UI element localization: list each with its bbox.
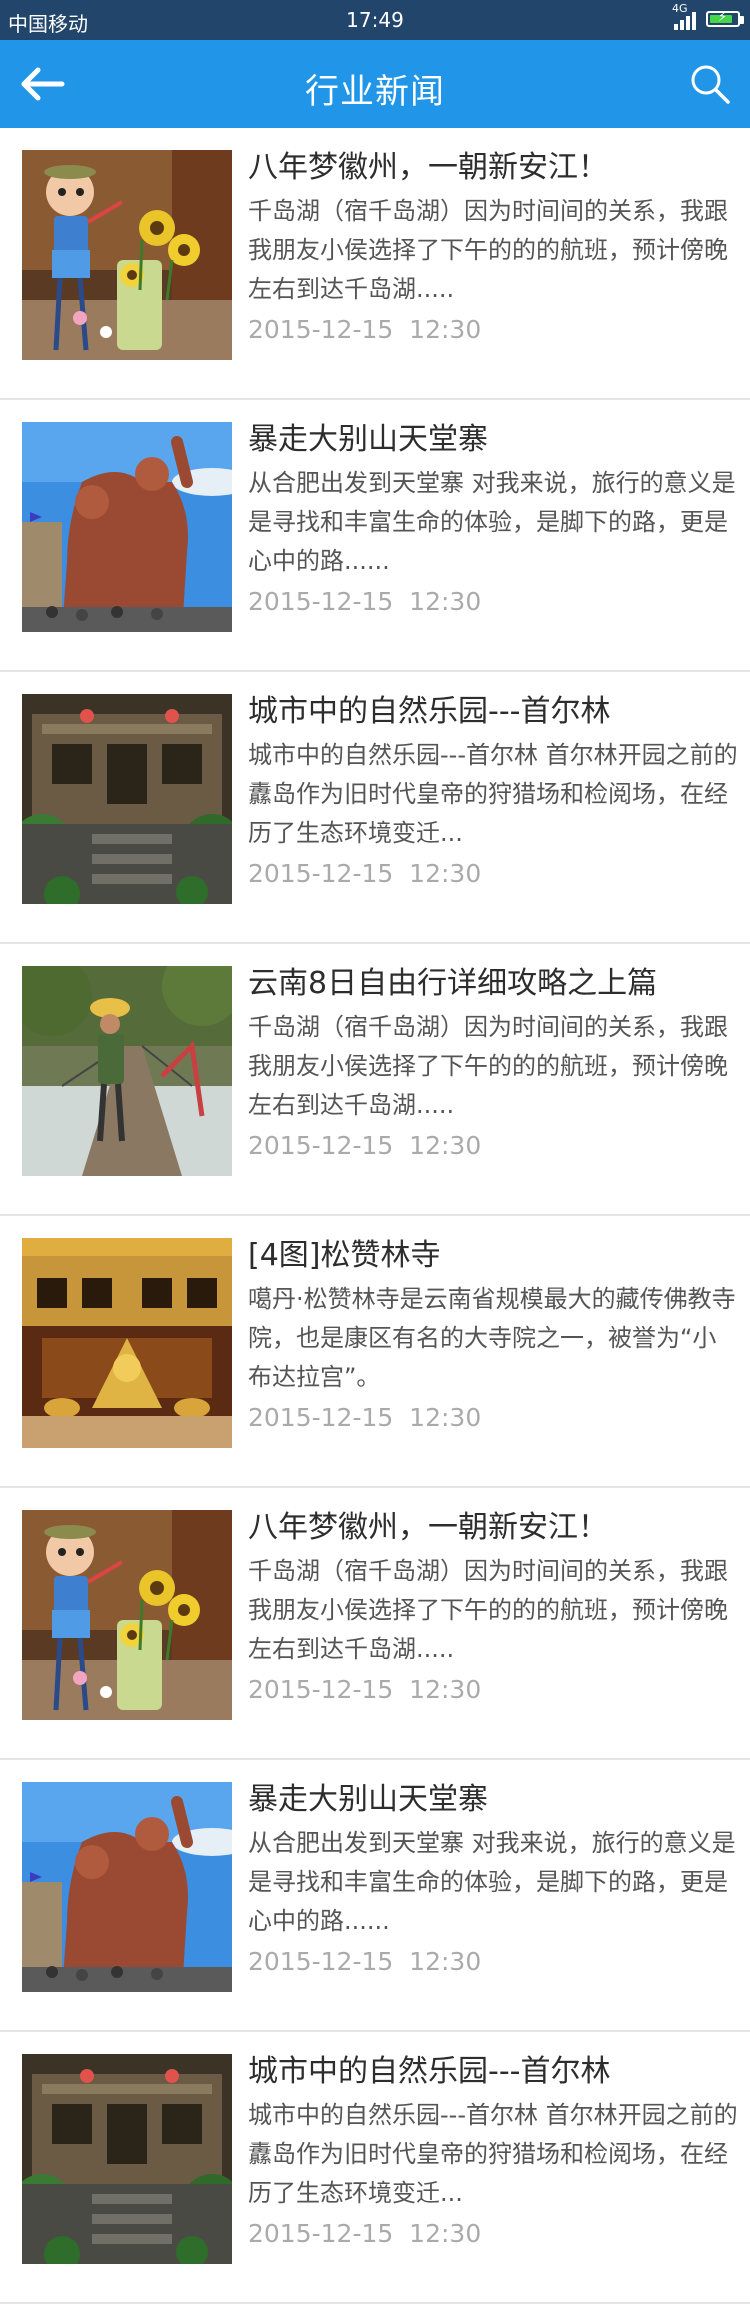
news-title: 八年梦徽州，一朝新安江！: [248, 150, 608, 185]
news-thumbnail: [22, 1782, 232, 1992]
news-date: 2015-12-15 12:30: [248, 1947, 482, 1976]
news-title: 八年梦徽州，一朝新安江！: [248, 1510, 608, 1545]
news-title: 云南8日自由行详细攻略之上篇: [248, 966, 658, 1001]
bridge-hiker-photo: [22, 966, 232, 1176]
news-item[interactable]: 暴走大别山天堂寨从合肥出发到天堂寨 对我来说，旅行的意义是是寻找和丰富生命的体验…: [0, 1760, 750, 2032]
news-item[interactable]: 城市中的自然乐园---首尔林城市中的自然乐园---首尔林 首尔林开园之前的纛岛作…: [0, 672, 750, 944]
news-date: 2015-12-15 12:30: [248, 1131, 482, 1160]
news-summary: 噶丹·松赞林寺是云南省规模最大的藏传佛教寺院，也是康区有名的大寺院之一，被誉为“…: [248, 1285, 736, 1391]
news-item[interactable]: 八年梦徽州，一朝新安江！ 千岛湖（宿千岛湖）因为时间间的关系，我跟我朋友小侯选择了…: [0, 1488, 750, 1760]
news-summary: 千岛湖（宿千岛湖）因为时间间的关系，我跟我朋友小侯选择了下午的的的航班，预计傍晚…: [248, 1557, 728, 1663]
news-summary: 城市中的自然乐园---首尔林 首尔林开园之前的纛岛作为旧时代皇帝的狩猎场和检阅场…: [248, 2101, 738, 2207]
news-thumbnail: [22, 966, 232, 1176]
signal-icon: 4G: [672, 2, 696, 30]
news-text: 云南8日自由行详细攻略之上篇千岛湖（宿千岛湖）因为时间间的关系，我跟我朋友小侯选…: [248, 964, 738, 1163]
news-summary: 城市中的自然乐园---首尔林 首尔林开园之前的纛岛作为旧时代皇帝的狩猎场和检阅场…: [248, 741, 738, 847]
garden-house-photo: [22, 694, 232, 904]
news-thumbnail: [22, 1510, 232, 1720]
news-item[interactable]: 八年梦徽州，一朝新安江！ 千岛湖（宿千岛湖）因为时间间的关系，我跟我朋友小侯选择了…: [0, 128, 750, 400]
news-text: 城市中的自然乐园---首尔林城市中的自然乐园---首尔林 首尔林开园之前的纛岛作…: [248, 692, 738, 891]
news-thumbnail: [22, 1238, 232, 1448]
search-button[interactable]: [688, 62, 732, 106]
news-item[interactable]: 云南8日自由行详细攻略之上篇千岛湖（宿千岛湖）因为时间间的关系，我跟我朋友小侯选…: [0, 944, 750, 1216]
status-icons: 4G ⚡: [672, 2, 744, 30]
news-summary: 从合肥出发到天堂寨 对我来说，旅行的意义是是寻找和丰富生命的体验，是脚下的路，更…: [248, 469, 736, 575]
statue-sky-photo: [22, 422, 232, 632]
news-date: 2015-12-15 12:30: [248, 587, 482, 616]
news-title: 城市中的自然乐园---首尔林: [248, 2054, 611, 2089]
news-date: 2015-12-15 12:30: [248, 315, 482, 344]
news-text: 暴走大别山天堂寨从合肥出发到天堂寨 对我来说，旅行的意义是是寻找和丰富生命的体验…: [248, 420, 738, 619]
news-item[interactable]: 城市中的自然乐园---首尔林城市中的自然乐园---首尔林 首尔林开园之前的纛岛作…: [0, 2032, 750, 2304]
news-summary: 千岛湖（宿千岛湖）因为时间间的关系，我跟我朋友小侯选择了下午的的的航班，预计傍晚…: [248, 197, 728, 303]
news-text: 城市中的自然乐园---首尔林城市中的自然乐园---首尔林 首尔林开园之前的纛岛作…: [248, 2052, 738, 2251]
news-title: 城市中的自然乐园---首尔林: [248, 694, 611, 729]
news-thumbnail: [22, 2054, 232, 2264]
battery-icon: ⚡: [706, 10, 744, 27]
news-item[interactable]: 暴走大别山天堂寨从合肥出发到天堂寨 对我来说，旅行的意义是是寻找和丰富生命的体验…: [0, 400, 750, 672]
news-date: 2015-12-15 12:30: [248, 859, 482, 888]
golden-temple-photo: [22, 1238, 232, 1448]
status-bar: 中国移动 17:49 4G ⚡: [0, 0, 750, 40]
statue-sky-photo: [22, 1782, 232, 1992]
garden-house-photo: [22, 2054, 232, 2264]
news-text: 八年梦徽州，一朝新安江！ 千岛湖（宿千岛湖）因为时间间的关系，我跟我朋友小侯选择了…: [248, 1508, 738, 1707]
news-summary: 从合肥出发到天堂寨 对我来说，旅行的意义是是寻找和丰富生命的体验，是脚下的路，更…: [248, 1829, 736, 1935]
news-date: 2015-12-15 12:30: [248, 1403, 482, 1432]
news-thumbnail: [22, 150, 232, 360]
news-thumbnail: [22, 694, 232, 904]
doll-sunflower-photo: [22, 150, 232, 360]
news-summary: 千岛湖（宿千岛湖）因为时间间的关系，我跟我朋友小侯选择了下午的的的航班，预计傍晚…: [248, 1013, 728, 1119]
nav-bar: 行业新闻: [0, 40, 750, 128]
news-title: [4图]松赞林寺: [248, 1238, 441, 1273]
news-text: [4图]松赞林寺噶丹·松赞林寺是云南省规模最大的藏传佛教寺院，也是康区有名的大寺…: [248, 1236, 738, 1435]
network-type-label: 4G: [672, 2, 688, 15]
news-text: 暴走大别山天堂寨从合肥出发到天堂寨 对我来说，旅行的意义是是寻找和丰富生命的体验…: [248, 1780, 738, 1979]
page-title: 行业新闻: [305, 72, 445, 112]
clock: 17:49: [346, 8, 404, 32]
news-date: 2015-12-15 12:30: [248, 2219, 482, 2248]
news-title: 暴走大别山天堂寨: [248, 422, 488, 457]
news-item[interactable]: [4图]松赞林寺噶丹·松赞林寺是云南省规模最大的藏传佛教寺院，也是康区有名的大寺…: [0, 1216, 750, 1488]
news-title: 暴走大别山天堂寨: [248, 1782, 488, 1817]
doll-sunflower-photo: [22, 1510, 232, 1720]
search-icon: [691, 65, 730, 104]
news-list: 八年梦徽州，一朝新安江！ 千岛湖（宿千岛湖）因为时间间的关系，我跟我朋友小侯选择了…: [0, 128, 750, 2304]
news-date: 2015-12-15 12:30: [248, 1675, 482, 1704]
news-text: 八年梦徽州，一朝新安江！ 千岛湖（宿千岛湖）因为时间间的关系，我跟我朋友小侯选择了…: [248, 148, 738, 347]
news-thumbnail: [22, 422, 232, 632]
